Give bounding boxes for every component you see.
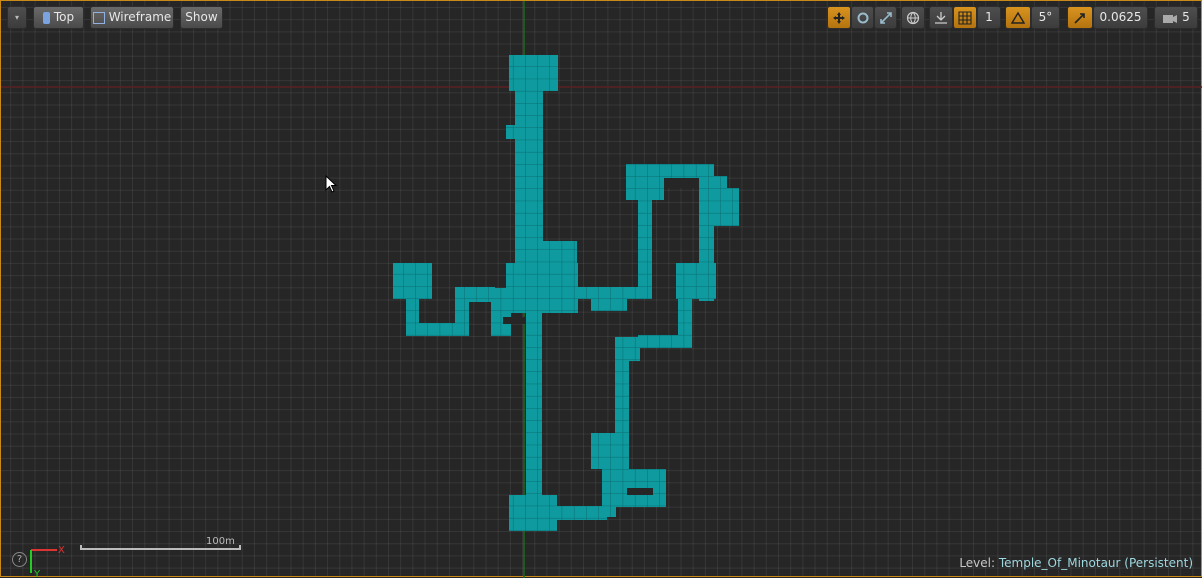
camera-icon [1163,14,1178,23]
grid-icon [958,10,972,25]
rotate-button[interactable] [851,6,874,29]
scale-snap-value[interactable]: 0.0625 [1093,6,1148,29]
show-label: Show [185,10,218,24]
grid-snap-toggle[interactable] [953,6,977,29]
mouse-cursor-icon [325,175,338,193]
axis-x-label: X [58,545,65,556]
grid-snap-value[interactable]: 1 [977,6,1001,29]
axis-y-label: Y [33,569,41,577]
render-mode-button[interactable]: Wireframe [90,6,174,29]
world-space-button[interactable] [901,6,925,29]
rotation-snap-toggle[interactable] [1005,6,1031,29]
angle-icon [1011,11,1025,24]
level-info: Level: Temple_Of_Minotaur (Persistent) [959,556,1193,570]
surface-snap-icon [935,11,947,24]
chevron-down-icon: ▾ [14,13,19,22]
axis-gizmo: X Y [30,545,65,577]
render-mode-label: Wireframe [108,10,172,24]
view-mode-button[interactable]: Top [33,6,84,29]
show-button[interactable]: Show [180,6,223,29]
rotate-icon [857,12,868,23]
scale-snap-icon [1074,12,1085,24]
level-prefix: Level: [959,556,996,570]
scale-snap-value-label: 0.0625 [1099,10,1142,24]
scale-label: 100m [206,536,235,547]
camera-speed-button[interactable]: 5 [1154,6,1198,29]
world-icon [906,11,920,24]
move-icon [833,11,845,24]
camera-speed-value-label: 5 [1182,10,1190,24]
perspective-icon [42,11,50,24]
rotation-snap-value-label: 5° [1038,10,1053,24]
grid-snap-value-label: 1 [985,10,993,24]
scale-icon [879,11,892,24]
surface-snap-button[interactable] [929,6,953,29]
wireframe-icon [92,11,105,24]
level-viewport[interactable]: ▾ Top Wireframe Show 1 5° 0.0625 5 ? X Y… [0,0,1202,578]
scale-button[interactable] [874,6,897,29]
help-icon[interactable]: ? [12,552,27,567]
level-name: Temple_Of_Minotaur (Persistent) [998,556,1193,570]
rotation-snap-value[interactable]: 5° [1031,6,1060,29]
viewport-menu-button[interactable]: ▾ [7,6,27,29]
dungeon-mesh [393,55,739,531]
scale-snap-toggle[interactable] [1067,6,1093,29]
level-geometry [1,1,1202,578]
translate-button[interactable] [827,6,851,29]
view-mode-label: Top [53,10,75,24]
